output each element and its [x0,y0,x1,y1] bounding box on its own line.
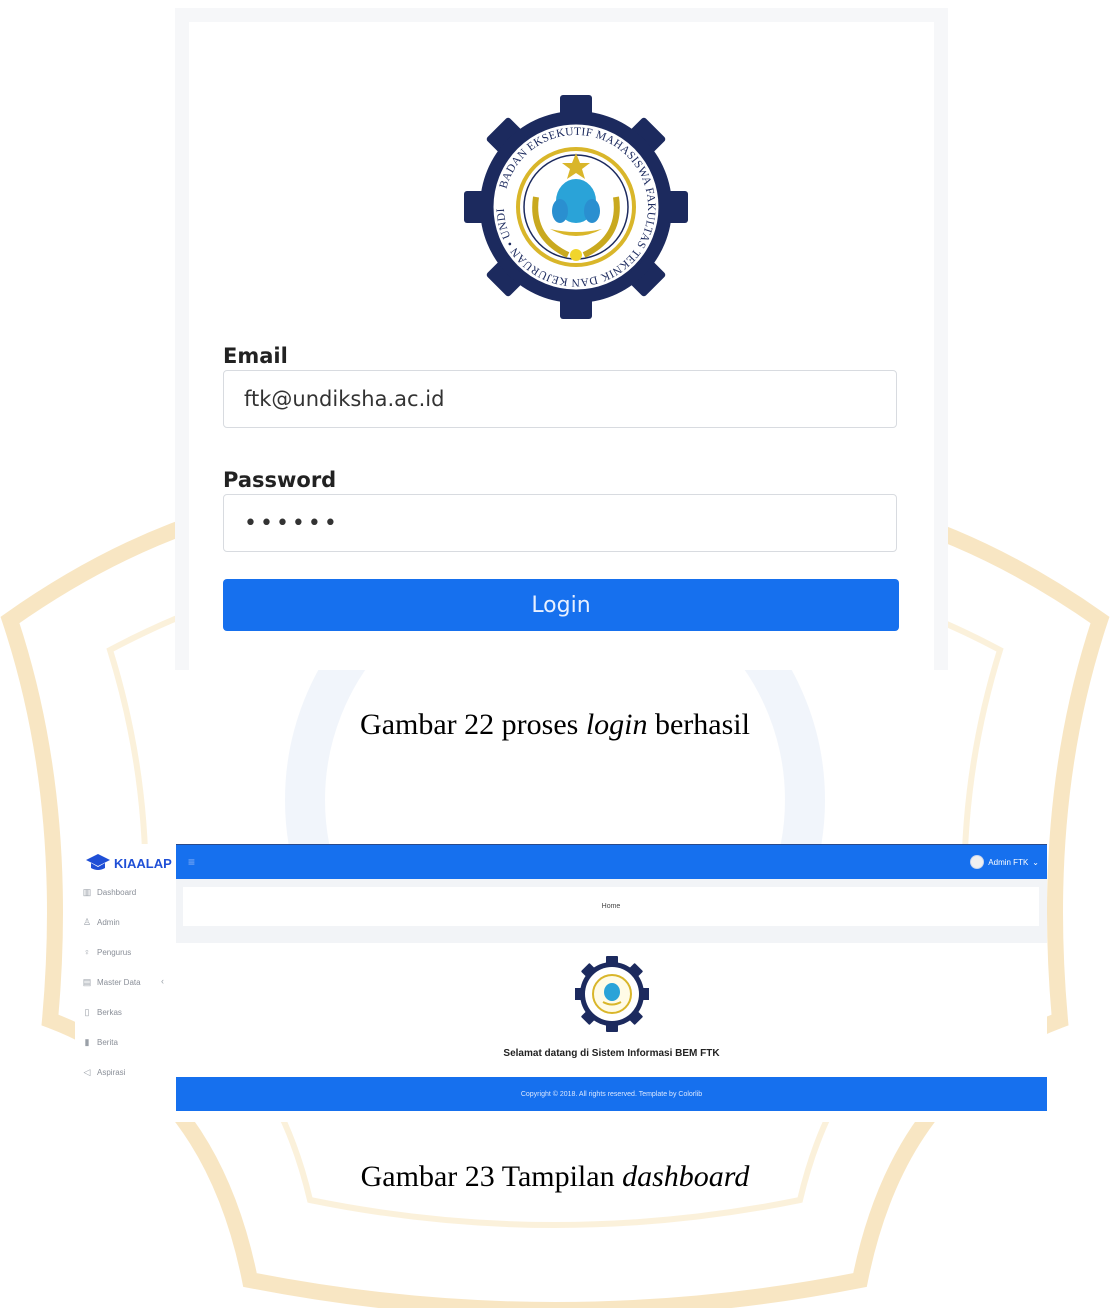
user-menu[interactable]: Admin FTK ⌄ [970,855,1039,869]
menu-toggle-icon[interactable]: ≡ [188,855,195,869]
chevron-down-icon: ⌄ [1032,857,1039,867]
brand[interactable]: KIAALAP [85,848,172,878]
user-icon: ♙ [82,916,92,927]
login-button[interactable]: Login [223,579,899,631]
password-label: Password [223,468,337,492]
breadcrumb-home[interactable]: Home [602,903,621,910]
breadcrumb: Home [183,887,1039,926]
email-label: Email [223,344,288,368]
email-field[interactable]: ftk@undiksha.ac.id [223,370,897,428]
sidebar: KIAALAP ▥ Dashboard ♙ Admin ♀ Pengurus ▤… [75,844,176,1122]
dashboard-screenshot: KIAALAP ▥ Dashboard ♙ Admin ♀ Pengurus ▤… [75,844,1047,1122]
sidebar-item-berkas[interactable]: ▯ Berkas [82,1007,122,1017]
user-name: Admin FTK [988,857,1029,867]
chevron-left-icon[interactable]: ‹ [161,976,164,986]
bem-ftk-logo-small [575,956,649,1032]
sidebar-item-admin[interactable]: ♙ Admin [82,917,120,927]
sidebar-item-master-data[interactable]: ▤ Master Data [82,977,141,987]
login-screenshot: BADAN EKSEKUTIF MAHASISWA FAKULTAS TEKNI… [175,8,948,670]
figure22-caption: Gambar 22 proses login berhasil [360,708,750,741]
top-navbar: ≡ Admin FTK ⌄ [176,844,1047,880]
welcome-message: Selamat datang di Sistem Informasi BEM F… [503,1048,720,1059]
megaphone-icon: ◁ [83,1066,91,1077]
bem-ftk-logo: BADAN EKSEKUTIF MAHASISWA FAKULTAS TEKNI… [461,92,688,319]
sidebar-item-pengurus[interactable]: ♀ Pengurus [82,947,132,957]
file-icon: ▯ [84,1006,90,1017]
avatar [970,855,985,869]
password-field[interactable]: •••••• [223,494,897,552]
brand-name: KIAALAP [114,855,172,871]
chart-icon: ▥ [82,886,92,897]
footer: Copyright © 2018. All rights reserved. T… [176,1077,1047,1111]
sidebar-item-dashboard[interactable]: ▥ Dashboard [82,887,136,897]
copyright-text: Copyright © 2018. All rights reserved. T… [520,1090,703,1098]
folder-icon: ▤ [82,976,92,987]
sidebar-item-berita[interactable]: ▮ Berita [82,1037,118,1047]
sidebar-item-aspirasi[interactable]: ◁ Aspirasi [82,1066,126,1077]
award-icon: ♀ [83,947,91,957]
graduation-cap-icon [86,854,110,870]
document-icon: ▮ [84,1036,90,1047]
figure23-caption: Gambar 23 Tampilan dashboard [360,1160,750,1193]
login-card: BADAN EKSEKUTIF MAHASISWA FAKULTAS TEKNI… [189,22,934,670]
